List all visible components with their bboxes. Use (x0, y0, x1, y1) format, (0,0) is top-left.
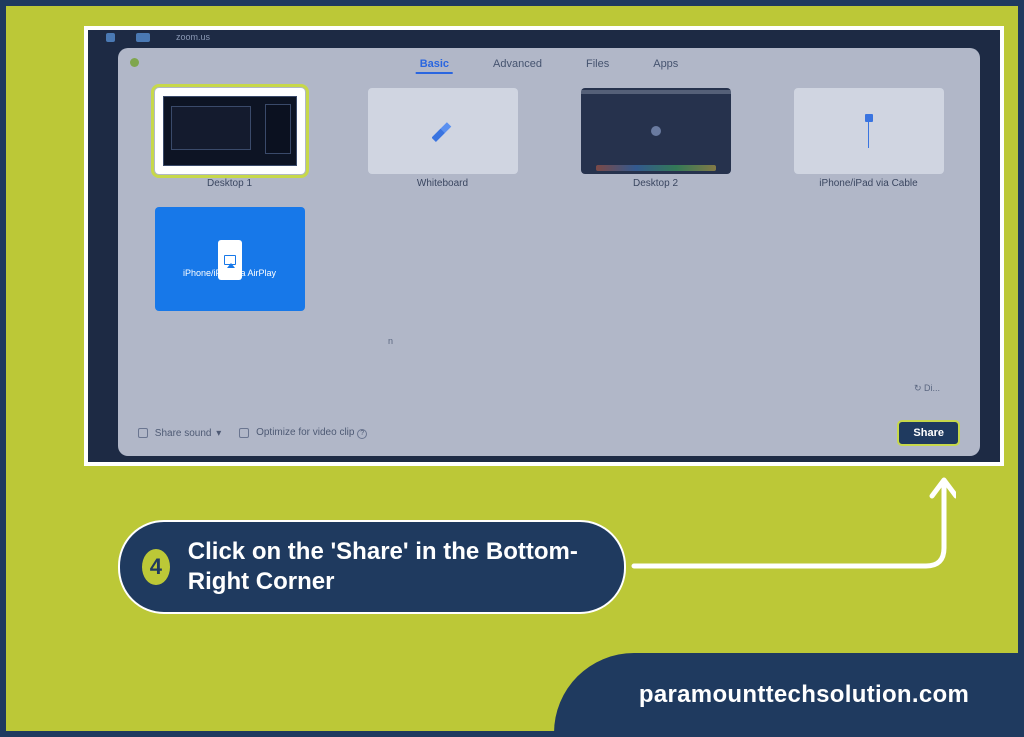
pencil-icon (432, 120, 454, 142)
checkbox-icon (239, 428, 249, 438)
screenshot-frame: zoom.us Basic Advanced Files Apps D (84, 26, 1004, 466)
source-iphone-cable[interactable]: iPhone/iPad via Cable (777, 88, 960, 189)
instruction-text: Click on the 'Share' in the Bottom-Right… (188, 537, 602, 597)
menubar-app-indicator (136, 33, 150, 42)
menubar-apple-icon (106, 33, 115, 42)
source-label: Whiteboard (417, 178, 468, 189)
share-sound-option[interactable]: Share sound ▾ (138, 428, 221, 439)
source-label: iPhone/iPad via Cable (819, 178, 917, 189)
desktop-1-thumbnail (155, 88, 305, 174)
source-desktop-1[interactable]: Desktop 1 (138, 88, 321, 189)
desktop-2-thumbnail (581, 88, 731, 174)
instruction-callout: 4 Click on the 'Share' in the Bottom-Rig… (118, 520, 626, 614)
source-iphone-airplay[interactable]: iPhone/iPad via AirPlay (138, 207, 321, 311)
brand-url: paramounttechsolution.com (639, 681, 969, 709)
chevron-down-icon: ▾ (216, 428, 221, 439)
share-sound-label: Share sound (155, 428, 212, 439)
source-label: Desktop 2 (633, 178, 678, 189)
share-button[interactable]: Share (897, 420, 960, 446)
annotation-arrow (626, 466, 956, 576)
menubar-app-name: zoom.us (176, 32, 210, 42)
share-screen-dialog: Basic Advanced Files Apps Desktop 1 (118, 48, 980, 456)
desktop-background: zoom.us Basic Advanced Files Apps D (88, 30, 1000, 462)
window-traffic-lights[interactable] (130, 58, 139, 67)
dialog-footer: Share sound ▾ Optimize for video clip ? … (138, 420, 960, 446)
airplay-thumbnail: iPhone/iPad via AirPlay (155, 207, 305, 311)
stray-text: n (388, 336, 393, 346)
step-number-badge: 4 (142, 549, 170, 585)
tab-advanced[interactable]: Advanced (489, 56, 546, 74)
source-desktop-2[interactable]: Desktop 2 (564, 88, 747, 189)
refresh-hint: ↻ Di... (914, 383, 940, 394)
tab-apps[interactable]: Apps (649, 56, 682, 74)
cable-icon (865, 114, 873, 148)
optimize-label: Optimize for video clip (256, 427, 354, 438)
source-label: iPhone/iPad via AirPlay (183, 268, 276, 278)
tab-basic[interactable]: Basic (416, 56, 453, 74)
source-whiteboard[interactable]: Whiteboard (351, 88, 534, 189)
share-mode-tabs: Basic Advanced Files Apps (416, 56, 683, 74)
traffic-light-icon (130, 58, 139, 67)
checkbox-icon (138, 428, 148, 438)
brand-footer: paramounttechsolution.com (554, 653, 1024, 737)
whiteboard-thumbnail (368, 88, 518, 174)
airplay-icon (224, 255, 236, 265)
info-icon: ? (357, 429, 367, 439)
iphone-cable-thumbnail (794, 88, 944, 174)
optimize-video-option[interactable]: Optimize for video clip ? (239, 427, 367, 439)
source-label: Desktop 1 (207, 178, 252, 189)
tab-files[interactable]: Files (582, 56, 613, 74)
share-sources-grid: Desktop 1 Whiteboard Desktop 2 (138, 88, 960, 311)
